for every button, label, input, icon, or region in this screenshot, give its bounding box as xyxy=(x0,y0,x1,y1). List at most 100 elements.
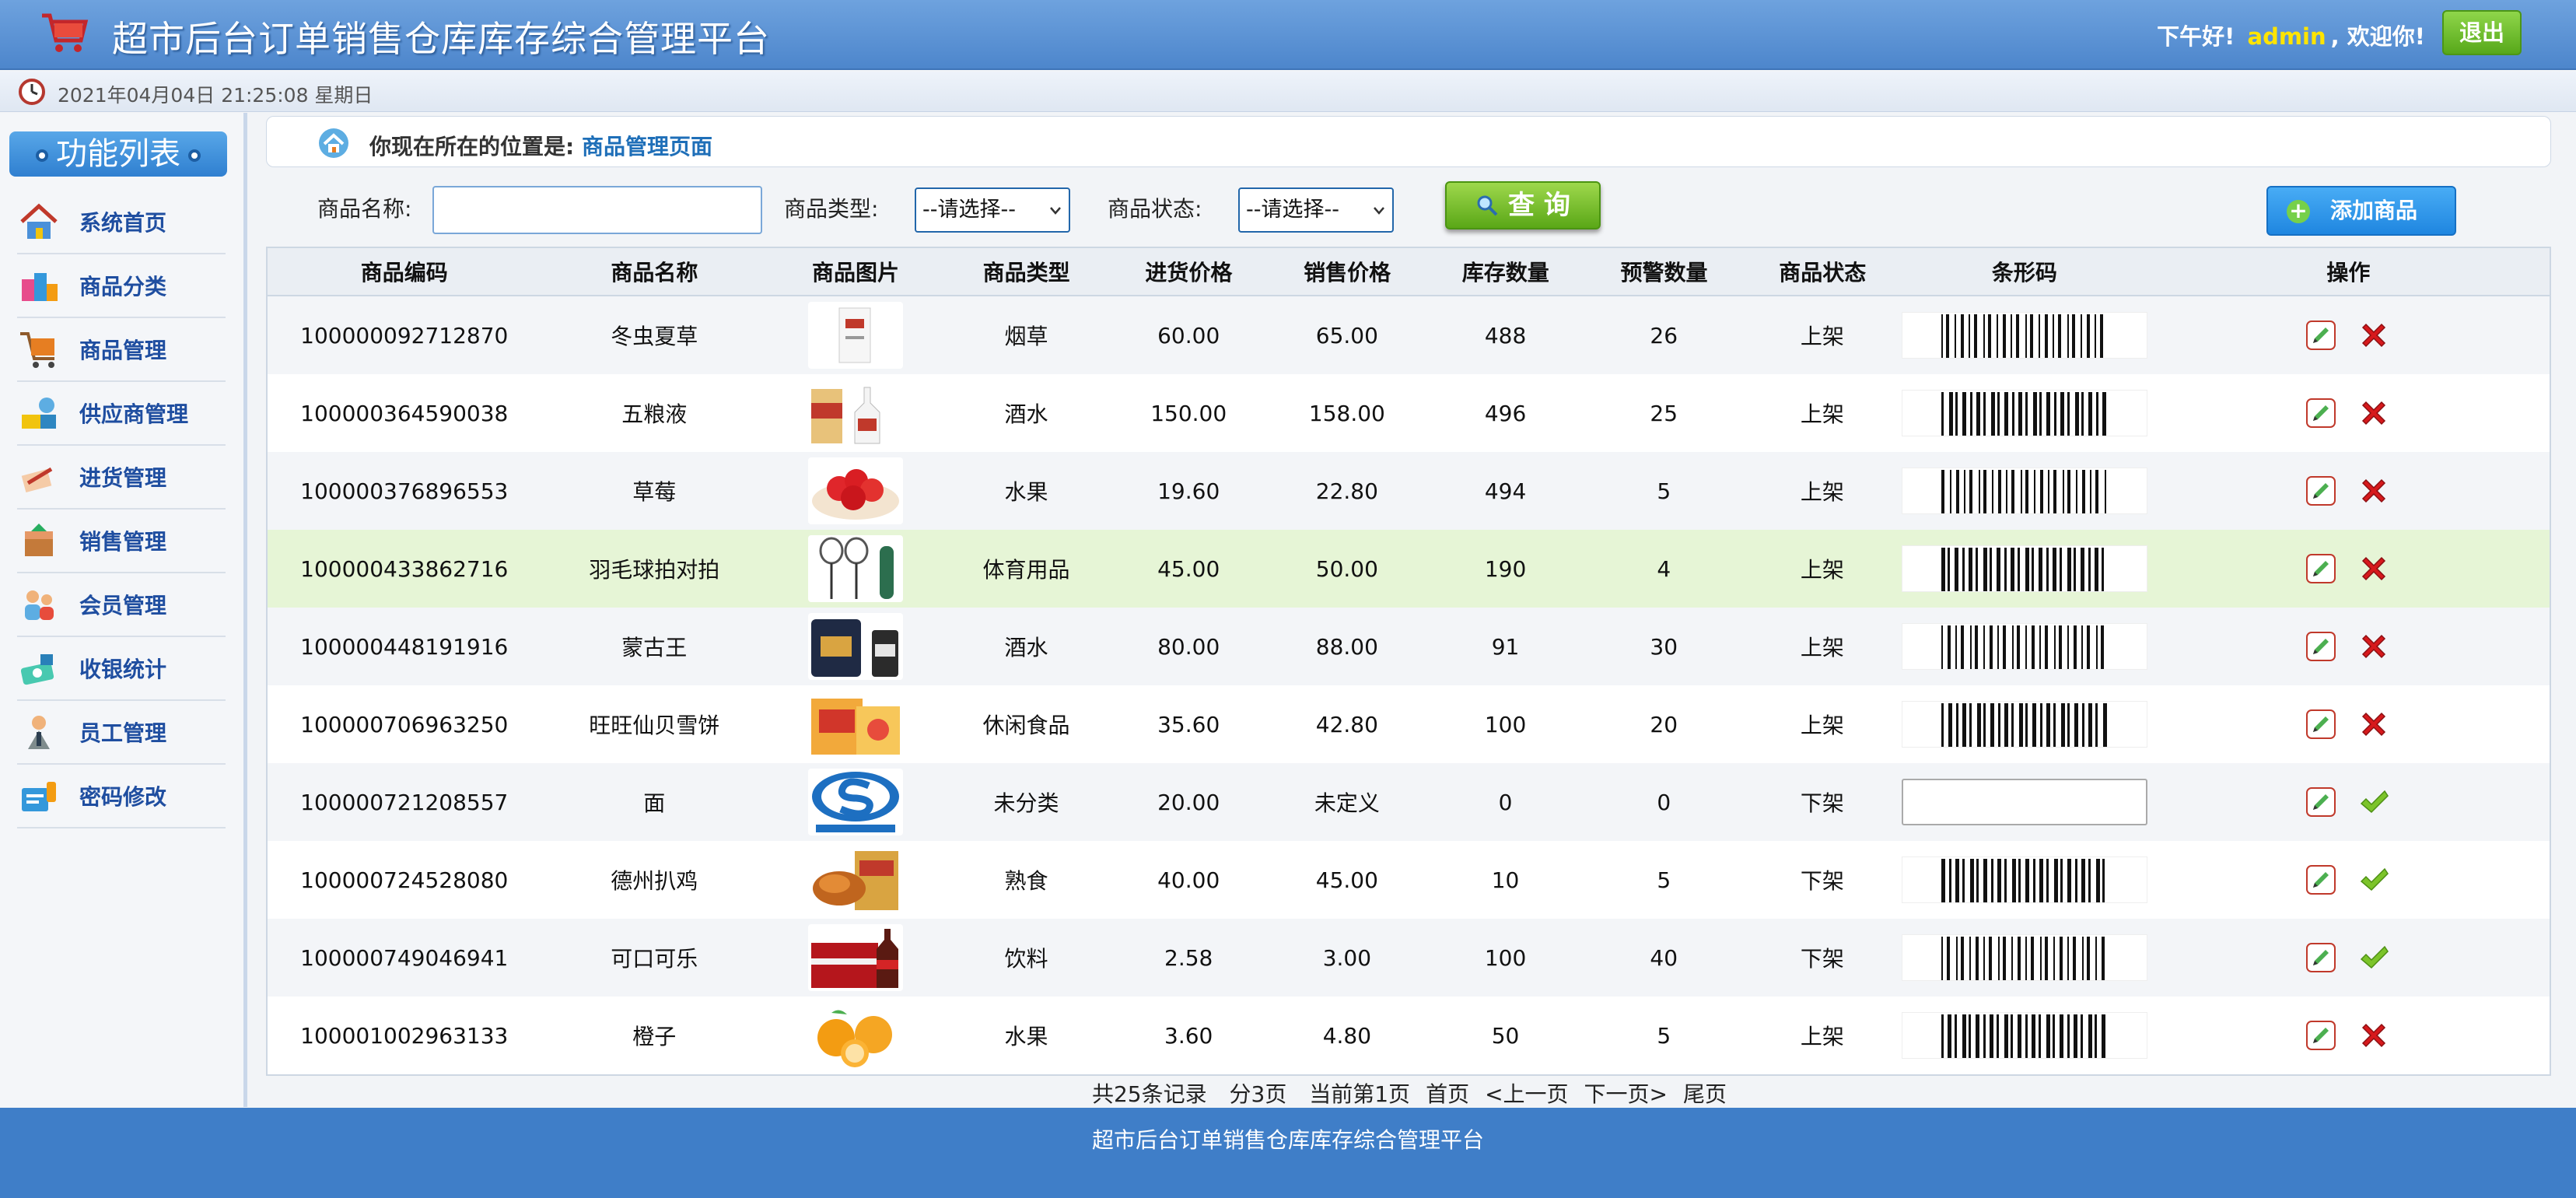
product-image xyxy=(807,613,903,680)
cell-cost: 3.60 xyxy=(1164,1022,1213,1049)
column-header: 商品名称 xyxy=(611,260,698,285)
first-page-link[interactable]: 首页 xyxy=(1426,1081,1469,1107)
checkmark-icon[interactable] xyxy=(2357,941,2391,975)
barcode-graphic xyxy=(1941,703,2107,747)
sidebar-item-members[interactable]: 会员管理 xyxy=(17,573,226,637)
sidebar-nav: 系统首页 商品分类 商品管理 供应商管理 进货管理 销售管理 会员管理 收银统计… xyxy=(17,191,226,828)
status-filter-value: --请选择-- xyxy=(1246,198,1339,222)
cell-price: 50.00 xyxy=(1315,555,1378,582)
cell-warn: 30 xyxy=(1650,633,1678,660)
cell-image xyxy=(768,919,943,997)
name-filter-input[interactable] xyxy=(432,186,762,234)
delete-icon[interactable] xyxy=(2357,396,2391,430)
sidebar-item-goods[interactable]: 商品管理 xyxy=(17,318,226,382)
cell-warn: 40 xyxy=(1650,944,1678,971)
table-row[interactable]: 100000092712870 冬虫夏草 烟草 60.00 65.00 488 26 上架 xyxy=(268,296,2550,374)
table-row[interactable]: 100001002963133 橙子 水果 3.60 4.80 50 5 上架 xyxy=(268,997,2550,1074)
row-actions xyxy=(2305,1018,2391,1053)
last-page-link[interactable]: 尾页 xyxy=(1683,1081,1727,1107)
delete-icon[interactable] xyxy=(2357,707,2391,741)
column-header: 商品类型 xyxy=(982,260,1070,285)
delete-icon[interactable] xyxy=(2357,629,2391,664)
table-row[interactable]: 100000448191916 蒙古王 酒水 80.00 88.00 91 30 上架 xyxy=(268,608,2550,685)
cell-price: 88.00 xyxy=(1315,633,1378,660)
cell-stock: 50 xyxy=(1491,1022,1520,1049)
table-row[interactable]: 100000721208557 面 未分类 20.00 未定义 0 0 下架 xyxy=(268,763,2550,841)
edit-icon[interactable] xyxy=(2305,942,2336,973)
sidebar-item-purchase[interactable]: 进货管理 xyxy=(17,446,226,510)
checkmark-icon[interactable] xyxy=(2357,785,2391,819)
name-filter-label: 商品名称: xyxy=(317,196,412,222)
clock-icon xyxy=(19,79,45,105)
next-page-link[interactable]: 下一页> xyxy=(1584,1081,1668,1107)
cell-stock: 91 xyxy=(1491,633,1520,660)
cell-name: 面 xyxy=(643,790,666,816)
add-goods-button[interactable]: + 添加商品 xyxy=(2266,186,2456,236)
cell-code: 100000376896553 xyxy=(300,478,509,504)
cell-actions xyxy=(2147,919,2550,997)
breadcrumb-current[interactable]: 商品管理页面 xyxy=(582,134,712,159)
delete-icon[interactable] xyxy=(2357,318,2391,352)
row-actions xyxy=(2305,318,2391,352)
checkmark-icon[interactable] xyxy=(2357,863,2391,897)
cell-name: 旺旺仙贝雪饼 xyxy=(589,713,720,738)
product-image xyxy=(807,924,903,991)
query-button-label: 查 询 xyxy=(1508,190,1570,221)
table-row[interactable]: 100000376896553 草莓 水果 19.60 22.80 494 5 上架 xyxy=(268,452,2550,530)
barcode-image xyxy=(1901,545,2147,592)
cell-cost: 80.00 xyxy=(1157,633,1220,660)
broken-image-icon xyxy=(1901,779,2147,825)
cell-price: 22.80 xyxy=(1315,478,1378,504)
edit-icon[interactable] xyxy=(2305,864,2336,895)
cell-price: 4.80 xyxy=(1322,1022,1372,1049)
edit-icon[interactable] xyxy=(2305,320,2336,351)
table-row[interactable]: 100000724528080 德州扒鸡 熟食 40.00 45.00 10 5 下架 xyxy=(268,841,2550,919)
delete-icon[interactable] xyxy=(2357,1018,2391,1053)
cell-image xyxy=(768,841,943,919)
edit-icon[interactable] xyxy=(2305,1020,2336,1051)
query-button[interactable]: 查 询 xyxy=(1445,181,1601,229)
sidebar-item-home[interactable]: 系统首页 xyxy=(17,191,226,254)
edit-icon[interactable] xyxy=(2305,786,2336,818)
logout-button[interactable]: 退出 xyxy=(2442,10,2522,55)
sidebar-item-supplier[interactable]: 供应商管理 xyxy=(17,382,226,446)
delete-icon[interactable] xyxy=(2357,552,2391,586)
cart-icon xyxy=(20,332,54,368)
edit-icon[interactable] xyxy=(2305,709,2336,740)
column-header: 商品编码 xyxy=(360,260,448,285)
prev-page-link[interactable]: <上一页 xyxy=(1485,1081,1568,1107)
cell-price: 未定义 xyxy=(1314,790,1380,816)
table-row[interactable]: 100000706963250 旺旺仙贝雪饼 休闲食品 35.60 42.80 100 20… xyxy=(268,685,2550,763)
function-list-title: 功能列表 xyxy=(9,131,227,177)
edit-icon[interactable] xyxy=(2305,553,2336,584)
date-bar: 2021年04月04日 21:25:08 星期日 xyxy=(0,72,2576,112)
sidebar-item-password[interactable]: 密码修改 xyxy=(17,765,226,828)
goods-table: 商品编码 商品名称 商品图片 商品类型 进货价格 销售价格 库存数量 预警数量 商品状态 条形码 操… xyxy=(266,247,2551,1076)
cell-type: 饮料 xyxy=(1004,946,1048,972)
edit-icon[interactable] xyxy=(2305,398,2336,429)
edit-icon[interactable] xyxy=(2305,475,2336,506)
delete-icon[interactable] xyxy=(2357,474,2391,508)
status-filter-select[interactable]: --请选择-- xyxy=(1238,187,1394,233)
type-filter-select[interactable]: --请选择-- xyxy=(915,187,1070,233)
breadcrumb: 你现在所在的位置是: 商品管理页面 xyxy=(266,116,2551,167)
sidebar-item-cashier[interactable]: 收银统计 xyxy=(17,637,226,701)
home-icon xyxy=(20,203,58,239)
column-header: 条形码 xyxy=(1991,260,2057,285)
row-actions xyxy=(2305,629,2391,664)
sidebar-item-category[interactable]: 商品分类 xyxy=(17,254,226,318)
cell-code: 100000749046941 xyxy=(300,944,509,971)
cell-barcode xyxy=(1901,997,2147,1074)
table-row[interactable]: 100000749046941 可口可乐 饮料 2.58 3.00 100 40 下架 xyxy=(268,919,2550,997)
sidebar-item-staff[interactable]: 员工管理 xyxy=(17,701,226,765)
table-row[interactable]: 100000433862716 羽毛球拍对拍 体育用品 45.00 50.00 190 4 上… xyxy=(268,530,2550,608)
sidebar-item-label: 进货管理 xyxy=(79,465,167,491)
cell-type: 休闲食品 xyxy=(982,713,1070,738)
cell-barcode xyxy=(1901,919,2147,997)
cell-actions xyxy=(2147,997,2550,1074)
edit-icon[interactable] xyxy=(2305,631,2336,662)
username: admin xyxy=(2247,23,2326,50)
table-row[interactable]: 100000364590038 五粮液 酒水 150.00 158.00 496 25 上架 xyxy=(268,374,2550,452)
sidebar-item-sales[interactable]: 销售管理 xyxy=(17,510,226,573)
row-actions xyxy=(2305,396,2391,430)
